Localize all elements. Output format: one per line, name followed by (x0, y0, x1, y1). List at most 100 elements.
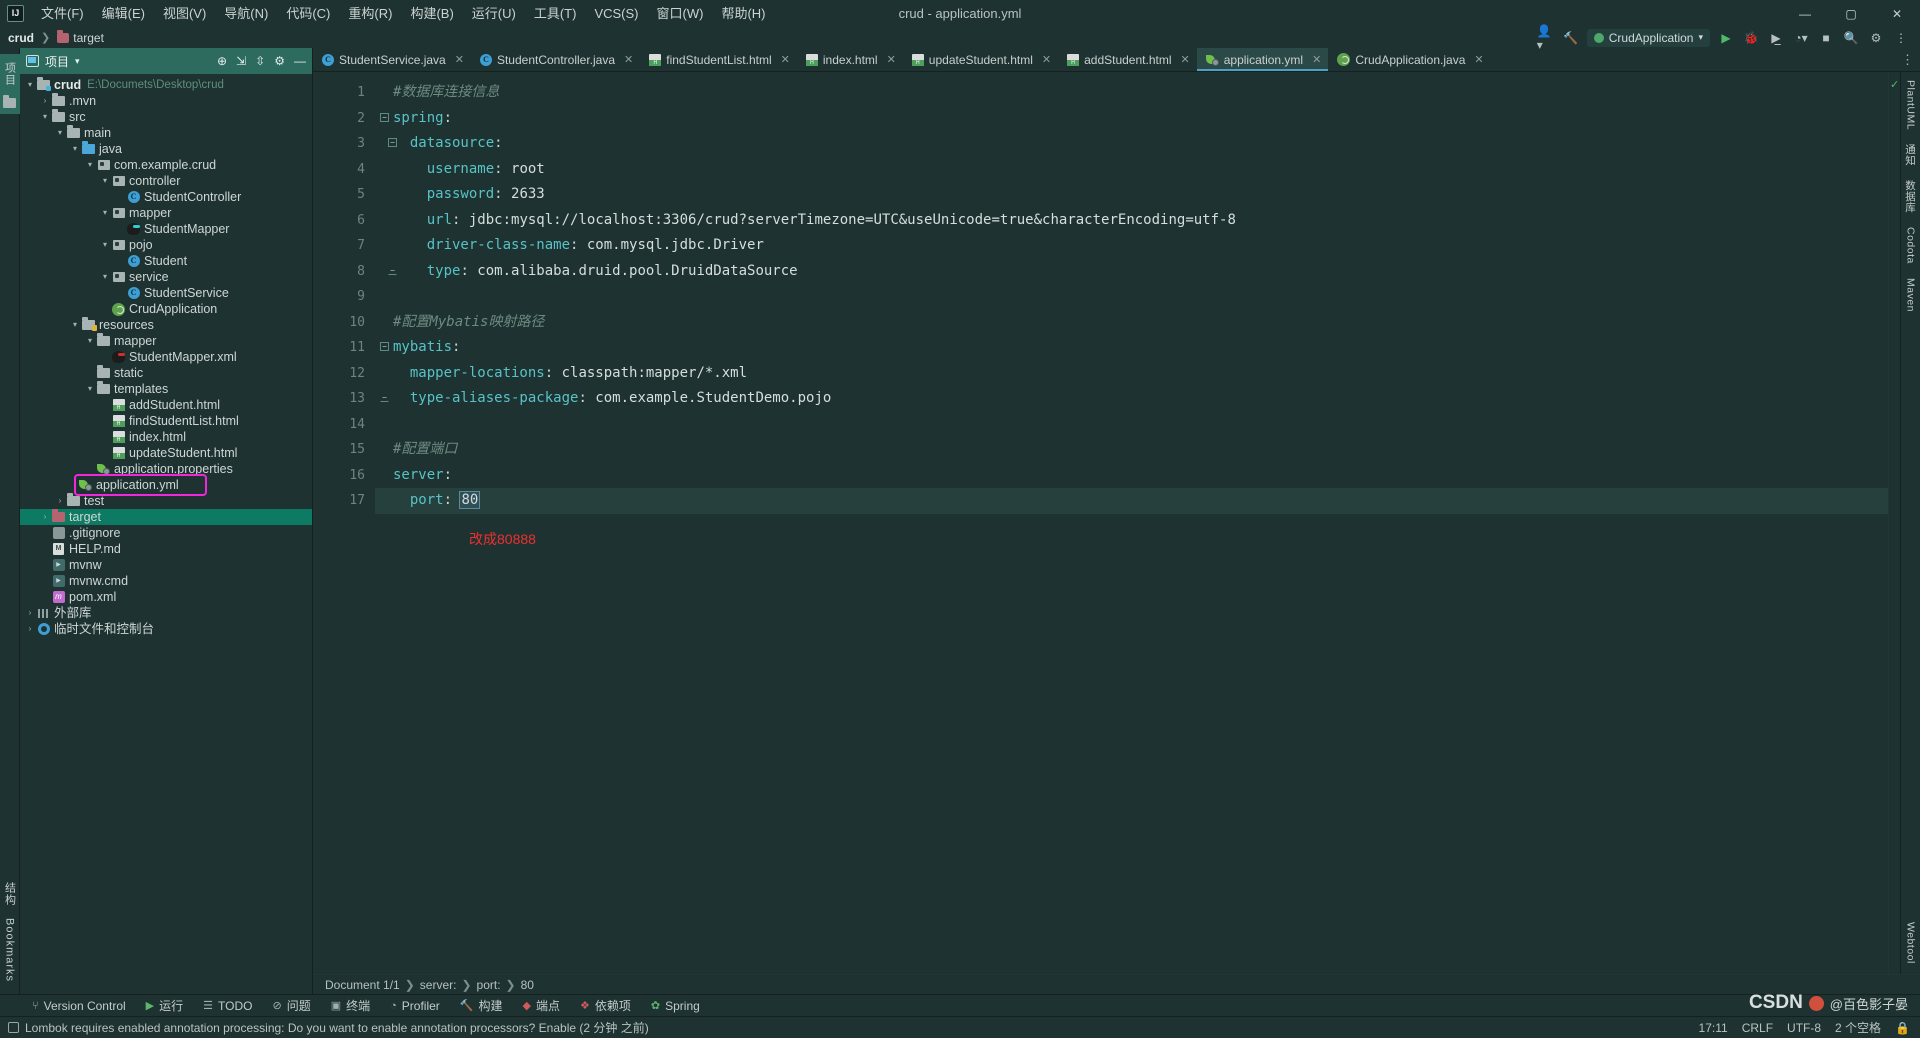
debug-icon[interactable]: 🐞 (1742, 29, 1760, 47)
code-line[interactable] (393, 284, 1888, 310)
close-tab-icon[interactable]: ✕ (1474, 53, 1483, 66)
tree-node[interactable]: · CrudApplication (20, 301, 312, 317)
chevron-down-icon[interactable]: ▾ (84, 333, 96, 349)
rail-label-bookmarks[interactable]: Bookmarks (4, 914, 16, 986)
chevron-right-icon[interactable]: › (54, 493, 66, 509)
profiler-icon[interactable]: ◔▾ (1792, 29, 1810, 47)
code-line[interactable]: #配置Mybatis映射路径 (393, 310, 1888, 336)
tree-node[interactable]: ▾ controller (20, 173, 312, 189)
breadcrumb-port[interactable]: port: (477, 978, 501, 992)
chevron-right-icon[interactable]: › (24, 621, 36, 637)
editor-tab[interactable]: addStudent.html ✕ (1058, 48, 1197, 71)
rail-label-maven[interactable]: Maven (1905, 278, 1917, 312)
code-line[interactable]: url: jdbc:mysql://localhost:3306/crud?se… (393, 208, 1888, 234)
tool-window-button[interactable]: ⊘ 问题 (262, 995, 320, 1016)
code-line[interactable]: mybatis: (393, 335, 1888, 361)
close-tab-icon[interactable]: ✕ (781, 53, 790, 66)
status-line-separator[interactable]: CRLF (1742, 1021, 1773, 1035)
status-message[interactable]: Lombok requires enabled annotation proce… (25, 1019, 649, 1036)
code-line[interactable]: type-aliases-package: com.example.Studen… (393, 386, 1888, 412)
code-content[interactable]: #数据库连接信息 spring: datasource: username: ro… (375, 72, 1888, 974)
tree-node[interactable]: › 外部库 (20, 605, 312, 621)
code-line[interactable]: driver-class-name: com.mysql.jdbc.Driver (393, 233, 1888, 259)
tree-node[interactable]: · index.html (20, 429, 312, 445)
menu-vcs[interactable]: VCS(S) (585, 2, 647, 25)
tree-node[interactable]: ▾ com.example.crud (20, 157, 312, 173)
menu-file[interactable]: 文件(F) (32, 2, 93, 25)
run-icon[interactable]: ▶ (1717, 29, 1735, 47)
tabs-overflow-icon[interactable]: ⋮ (1895, 48, 1920, 71)
code-line[interactable]: type: com.alibaba.druid.pool.DruidDataSo… (393, 259, 1888, 285)
tree-node[interactable]: · addStudent.html (20, 397, 312, 413)
tree-node[interactable]: ▾ mapper (20, 333, 312, 349)
chevron-down-icon[interactable]: ▾ (69, 141, 81, 157)
tree-node[interactable]: ▾ main (20, 125, 312, 141)
tree-node[interactable]: ▾ pojo (20, 237, 312, 253)
code-line[interactable]: #配置端口 (393, 437, 1888, 463)
hide-icon[interactable]: — (294, 54, 306, 68)
run-configuration-selector[interactable]: CrudApplication ▾ (1586, 28, 1710, 47)
tree-node[interactable]: · static (20, 365, 312, 381)
menu-navigate[interactable]: 导航(N) (215, 2, 277, 25)
settings-icon[interactable]: ⚙ (274, 54, 285, 68)
menu-edit[interactable]: 编辑(E) (93, 2, 154, 25)
user-icon[interactable]: 👤▾ (1537, 24, 1555, 52)
chevron-down-icon[interactable]: ▾ (99, 269, 111, 285)
stop-icon[interactable]: ■ (1817, 29, 1835, 47)
editor-tab[interactable]: findStudentList.html ✕ (640, 48, 797, 71)
lock-icon[interactable]: 🔒 (1895, 1021, 1910, 1035)
editor-tab[interactable]: application.yml ✕ (1196, 48, 1329, 71)
chevron-down-icon[interactable]: ▾ (99, 237, 111, 253)
search-everywhere-icon[interactable]: 🔍 (1842, 29, 1860, 47)
chevron-right-icon[interactable]: › (24, 605, 36, 621)
rail-label-structure[interactable]: 结构 (2, 878, 18, 910)
editor-tab[interactable]: C StudentController.java ✕ (471, 48, 640, 71)
bottom-tool-window-bar[interactable]: ⑂ Version Control ▶ 运行 ☰ TODO ⊘ 问题 ▣ 终端 ◔ Profiler 🔨… (0, 994, 1920, 1016)
tree-node[interactable]: · mvnw.cmd (20, 573, 312, 589)
close-tab-icon[interactable]: ✕ (624, 53, 633, 66)
breadcrumb-server[interactable]: server: (420, 978, 457, 992)
status-indent[interactable]: 2 个空格 (1835, 1019, 1881, 1036)
breadcrumb-target[interactable]: target (73, 31, 104, 45)
close-tab-icon[interactable]: ✕ (1042, 53, 1051, 66)
tree-node[interactable]: › test (20, 493, 312, 509)
chevron-down-icon[interactable]: ▾ (54, 125, 66, 141)
chevron-down-icon[interactable]: ▾ (84, 381, 96, 397)
chevron-right-icon[interactable]: › (39, 509, 51, 525)
code-line[interactable]: mapper-locations: classpath:mapper/*.xml (393, 361, 1888, 387)
chevron-down-icon[interactable]: ▾ (84, 157, 96, 173)
close-button[interactable]: ✕ (1874, 0, 1920, 27)
menu-view[interactable]: 视图(V) (154, 2, 215, 25)
close-tab-icon[interactable]: ✕ (1312, 53, 1321, 66)
marker-bar[interactable]: ✓ (1888, 72, 1900, 974)
tool-window-button[interactable]: ▶ 运行 (136, 995, 193, 1016)
tree-node[interactable]: · HELP.md (20, 541, 312, 557)
breadcrumb-project[interactable]: crud (8, 31, 34, 45)
tool-window-button[interactable]: ◔ Profiler (380, 995, 450, 1016)
rail-label-notifications[interactable]: 通知 (1903, 144, 1918, 166)
tree-node[interactable]: ·CStudentService (20, 285, 312, 301)
tool-window-button[interactable]: 🔨 构建 (450, 995, 513, 1016)
chevron-down-icon[interactable]: ▾ (69, 317, 81, 333)
tool-window-button[interactable]: ▣ 终端 (321, 995, 380, 1016)
rail-label-plantuml[interactable]: PlantUML (1905, 80, 1917, 130)
tree-node[interactable]: · application.properties (20, 461, 312, 477)
close-tab-icon[interactable]: ✕ (1181, 53, 1190, 66)
editor-tab[interactable]: CrudApplication.java ✕ (1328, 48, 1490, 71)
menu-build[interactable]: 构建(B) (401, 2, 462, 25)
maximize-button[interactable]: ▢ (1828, 0, 1874, 27)
code-line[interactable]: password: 2633 (393, 182, 1888, 208)
breadcrumb-document[interactable]: Document 1/1 (325, 978, 400, 992)
close-tab-icon[interactable]: ✕ (887, 53, 896, 66)
tool-window-button[interactable]: ❖ 依赖项 (570, 995, 641, 1016)
code-line[interactable]: server: (393, 463, 1888, 489)
tree-node[interactable]: ▾ templates (20, 381, 312, 397)
chevron-down-icon[interactable]: ▾ (99, 173, 111, 189)
code-line[interactable]: spring: (393, 106, 1888, 132)
rail-label-codota[interactable]: Codota (1905, 227, 1917, 264)
editor-tabs[interactable]: C StudentService.java ✕ C StudentController.… (313, 48, 1920, 72)
tree-node[interactable]: · findStudentList.html (20, 413, 312, 429)
code-line[interactable]: #数据库连接信息 (393, 80, 1888, 106)
tree-node[interactable]: ▾ mapper (20, 205, 312, 221)
locate-icon[interactable]: ⊕ (217, 54, 227, 68)
